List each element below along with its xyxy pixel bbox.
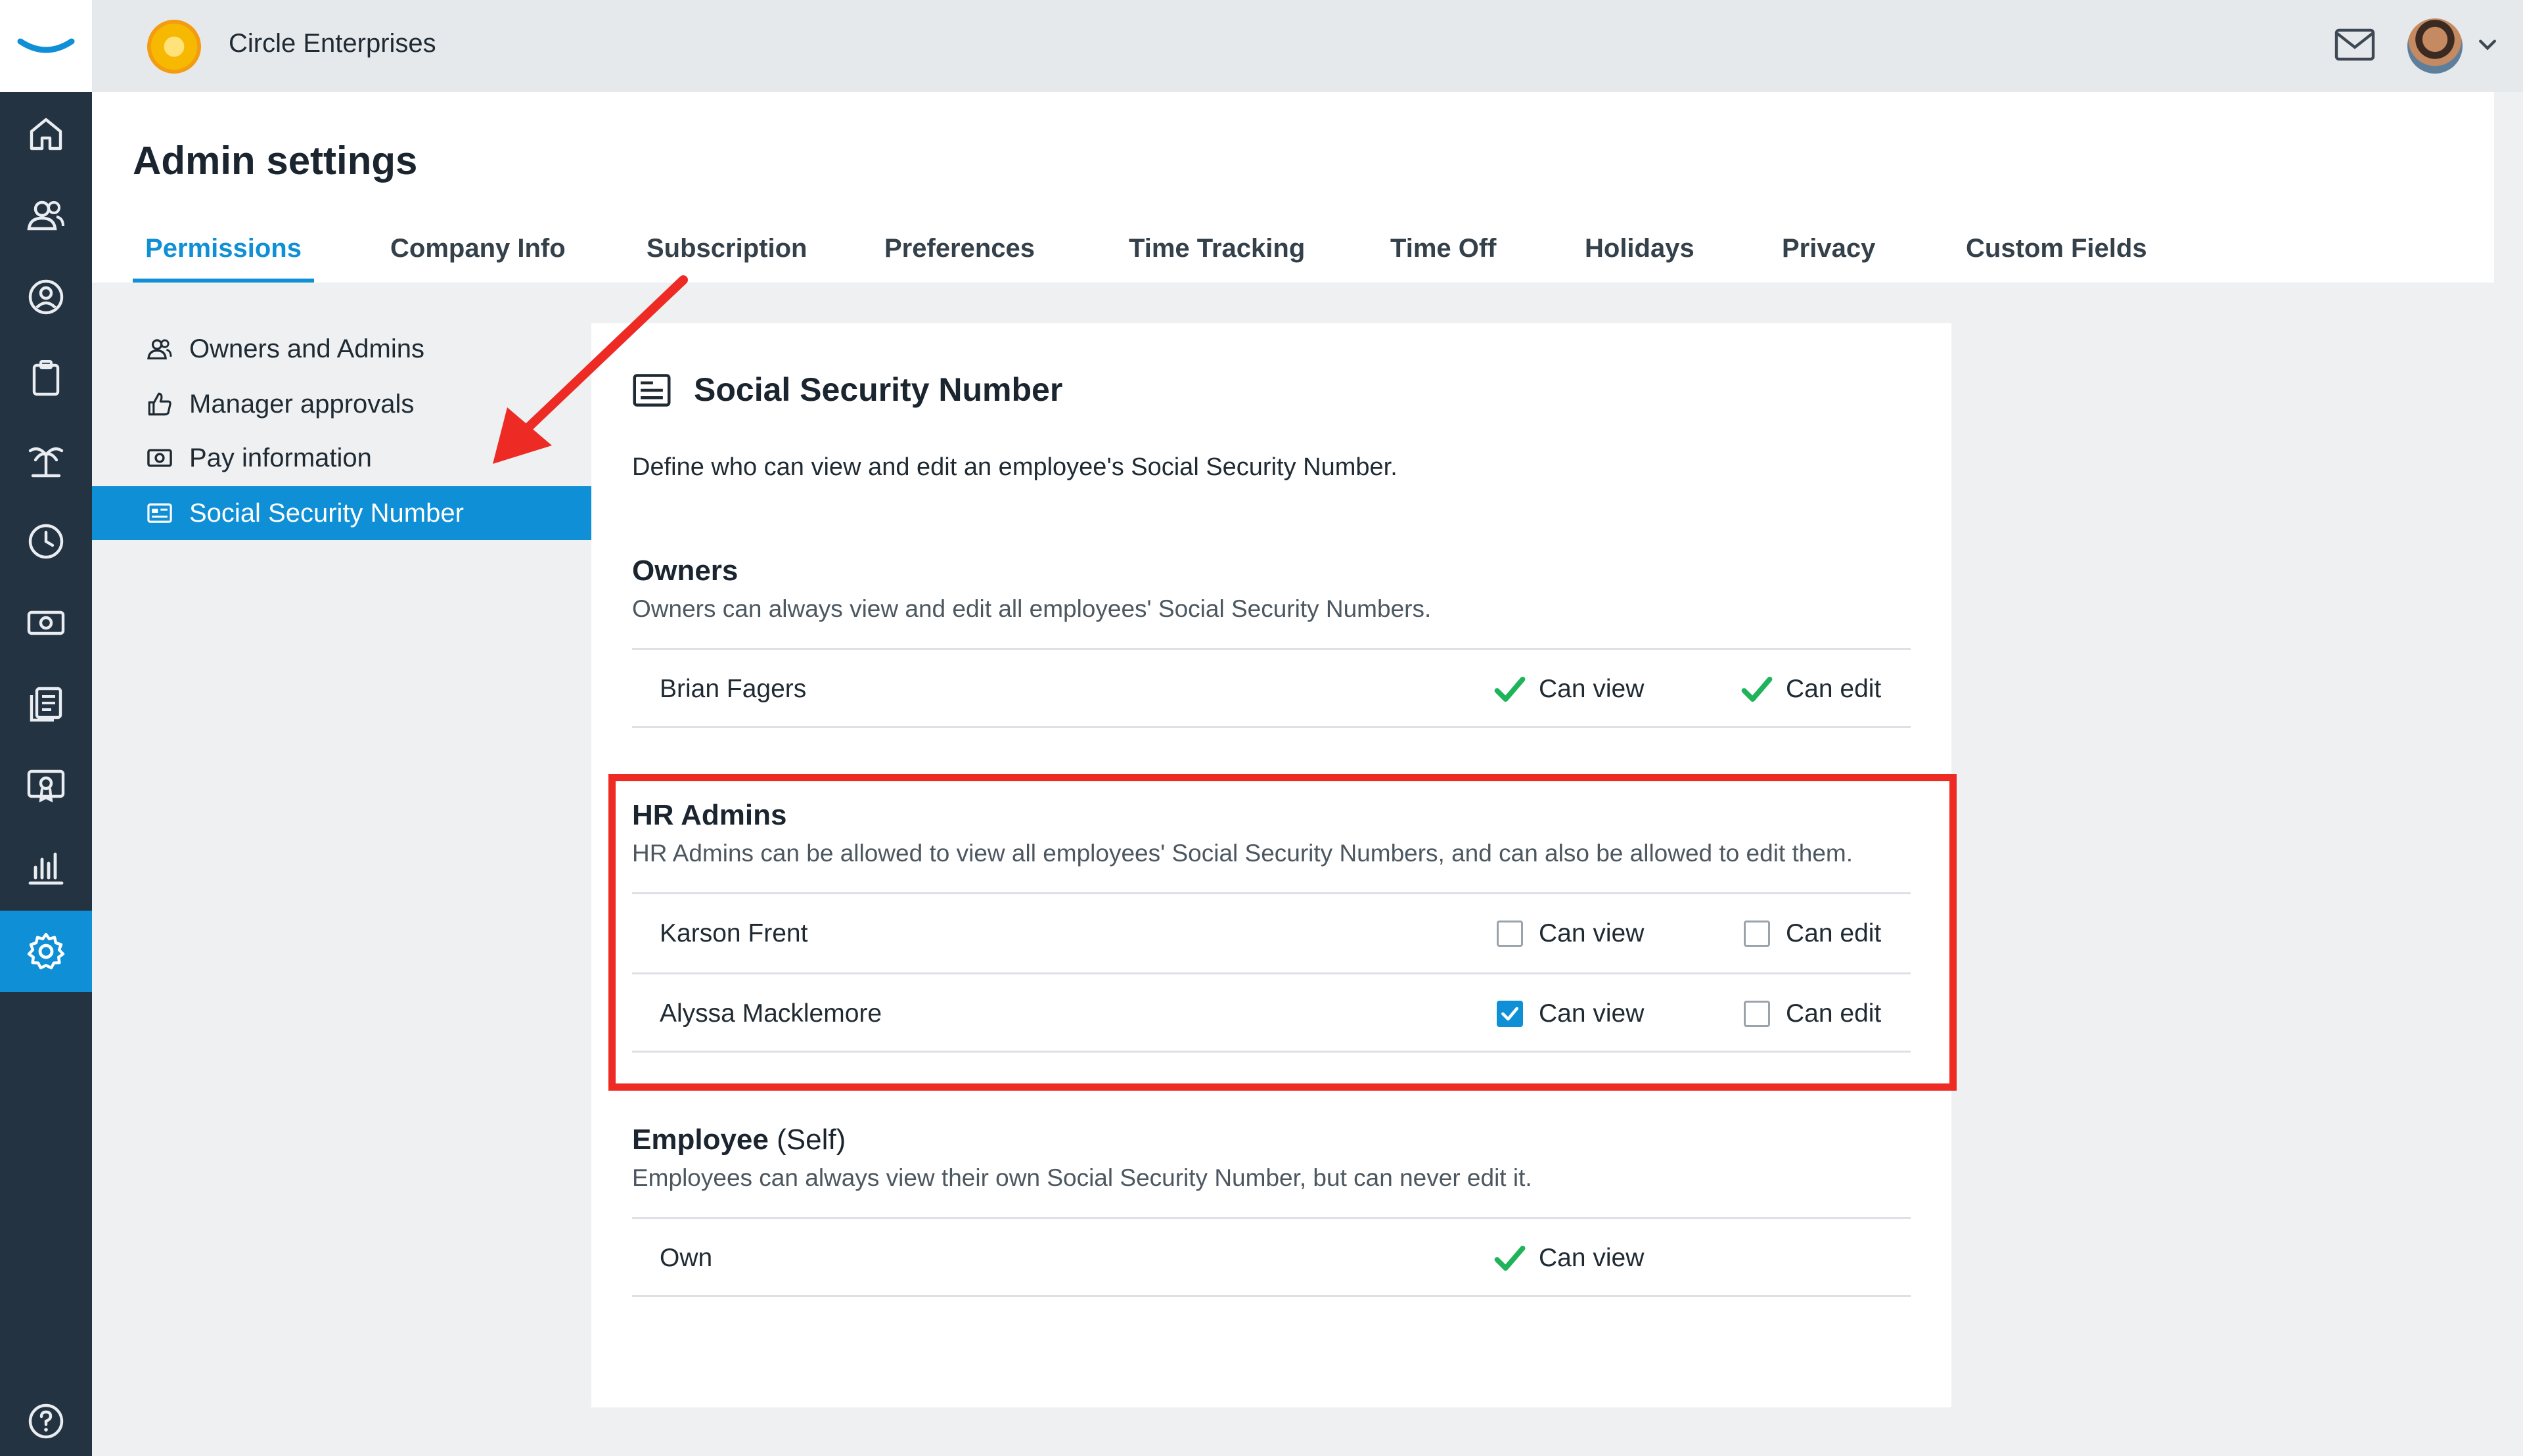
owner-row: Brian Fagers Can view Can edit [632, 648, 1911, 728]
app-logo-icon [17, 38, 75, 53]
palm-tree-icon [28, 447, 64, 478]
company-name[interactable]: Circle Enterprises [229, 29, 436, 58]
nav-help[interactable] [0, 1381, 92, 1456]
can-view-label: Can view [1539, 1244, 1645, 1272]
company-logo [147, 20, 201, 74]
employee-section-subtitle: Employees can always view their own Soci… [632, 1164, 1532, 1191]
left-nav-rail [0, 0, 92, 1456]
owners-section-subtitle: Owners can always view and edit all empl… [632, 595, 1432, 622]
card-title: Social Security Number [694, 371, 1063, 408]
tab-preferences[interactable]: Preferences [884, 227, 1035, 283]
nav-time-off[interactable] [0, 419, 92, 501]
top-bar: Circle Enterprises [92, 0, 2523, 92]
settings-icon [27, 932, 65, 970]
nav-documents[interactable] [0, 664, 92, 745]
employee-title: Employee [632, 1124, 769, 1156]
settings-header: Admin settings Permissions Company Info … [92, 92, 2494, 283]
mail-icon[interactable] [2334, 26, 2376, 63]
nav-payroll[interactable] [0, 582, 92, 664]
nav-time-tracking[interactable] [0, 501, 92, 582]
checkmark-icon [1494, 676, 1526, 702]
can-view-status: Can view [1493, 1241, 1644, 1275]
checkmark-icon [1741, 676, 1773, 702]
nav-people[interactable] [0, 175, 92, 256]
thumbs-up-icon [148, 392, 171, 416]
hr-admins-highlight-annotation [608, 774, 1957, 1091]
tab-privacy[interactable]: Privacy [1782, 227, 1875, 283]
tab-custom-fields[interactable]: Custom Fields [1966, 227, 2147, 283]
people-icon [147, 339, 172, 360]
nav-reports[interactable] [0, 827, 92, 908]
home-icon [30, 118, 62, 150]
nav-settings[interactable] [0, 911, 92, 992]
bar-chart-icon [28, 852, 64, 885]
submenu-label: Manager approvals [189, 389, 415, 419]
certificate-icon [27, 769, 65, 803]
tab-time-off[interactable]: Time Off [1390, 227, 1497, 283]
can-view-label: Can view [1539, 675, 1645, 703]
can-edit-label: Can edit [1786, 675, 1882, 703]
documents-icon [30, 687, 62, 722]
employee-title-suffix: (Self) [777, 1124, 846, 1156]
nav-home[interactable] [0, 93, 92, 175]
submenu-label: Social Security Number [189, 498, 464, 528]
user-avatar[interactable] [2407, 18, 2463, 74]
tab-permissions[interactable]: Permissions [133, 227, 314, 283]
nav-training[interactable] [0, 745, 92, 827]
tab-time-tracking[interactable]: Time Tracking [1129, 227, 1305, 283]
can-edit-status: Can edit [1740, 672, 1881, 706]
owners-section-title: Owners [632, 555, 739, 587]
clipboard-icon [32, 360, 60, 396]
clock-icon [28, 524, 64, 559]
submenu-label: Owners and Admins [189, 334, 424, 363]
checkmark-icon [1494, 1245, 1526, 1271]
cash-icon [147, 449, 172, 467]
cash-icon [27, 610, 65, 635]
nav-tasks[interactable] [0, 338, 92, 419]
app-root: Circle Enterprises Admin settings Permis… [0, 0, 2523, 1456]
help-icon [28, 1403, 64, 1439]
person-name: Brian Fagers [660, 675, 807, 703]
person-search-icon [28, 279, 64, 315]
red-arrow-annotation [493, 275, 688, 464]
person-name: Own [660, 1244, 713, 1272]
tab-holidays[interactable]: Holidays [1585, 227, 1694, 283]
submenu-label: Pay information [189, 443, 372, 472]
page-title: Admin settings [133, 139, 418, 183]
nav-directory[interactable] [0, 256, 92, 338]
employee-section-title: Employee (Self) [632, 1124, 846, 1156]
chevron-down-icon[interactable] [2476, 33, 2499, 57]
id-card-icon [147, 503, 172, 523]
submenu-social-security-number[interactable]: Social Security Number [92, 486, 591, 540]
can-view-status: Can view [1493, 672, 1644, 706]
app-logo[interactable] [0, 0, 92, 92]
employee-row: Own Can view [632, 1217, 1911, 1297]
card-description: Define who can view and edit an employee… [632, 453, 1398, 481]
people-icon [27, 200, 64, 231]
